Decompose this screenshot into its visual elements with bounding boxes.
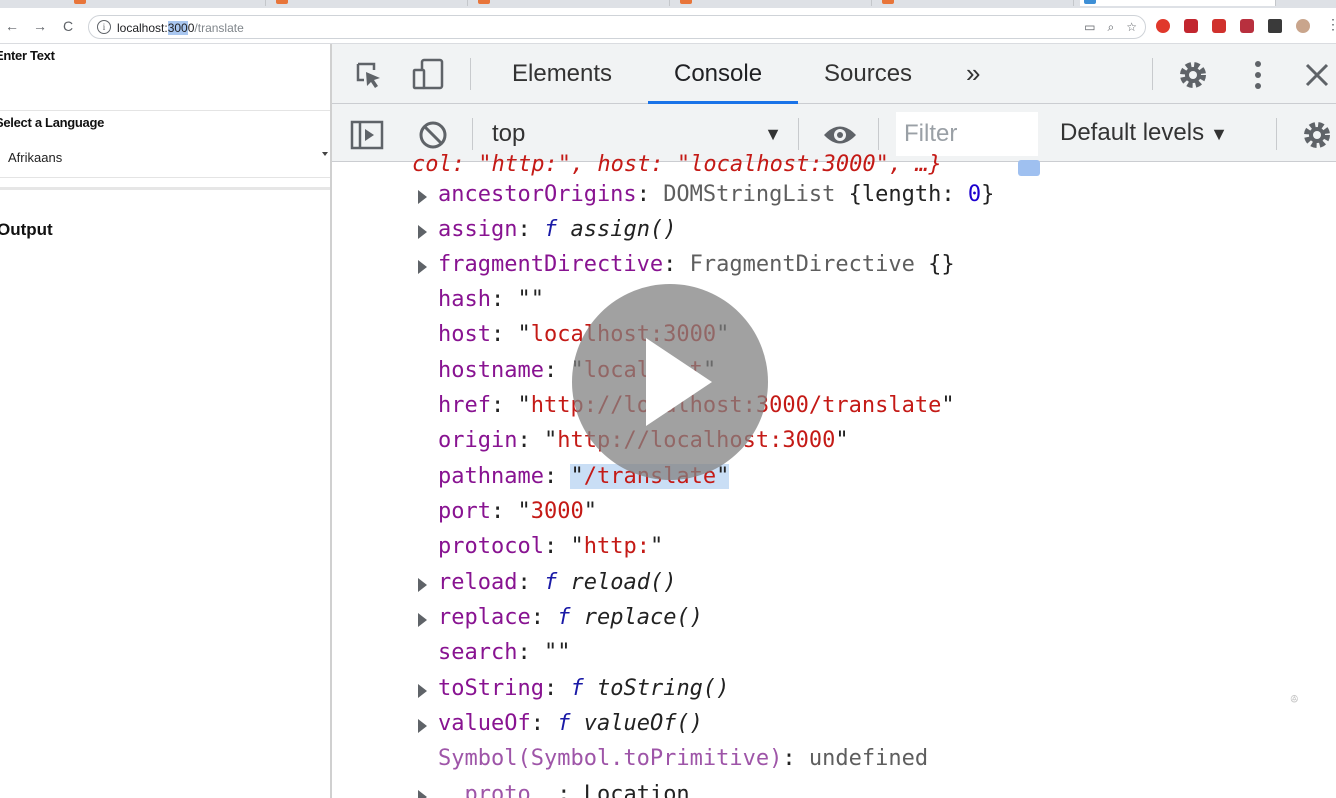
console-prop-row[interactable]: __proto__: Location (332, 780, 1336, 798)
favicon-icon (276, 0, 288, 4)
favicon-icon (478, 0, 490, 4)
more-options-icon[interactable] (1248, 58, 1268, 92)
devtools-tabbar: Elements Console Sources » (332, 44, 1336, 104)
expand-triangle-icon[interactable] (418, 613, 427, 627)
context-value: top (492, 120, 526, 147)
expand-triangle-icon[interactable] (418, 190, 427, 204)
live-expression-eye-icon[interactable] (822, 122, 858, 148)
bookmark-star-icon[interactable]: ☆ (1126, 20, 1137, 35)
browser-tab[interactable] (70, 0, 266, 6)
console-output: col: "http:", host: "localhost:3000", …}… (332, 152, 1336, 798)
extension-opera-icon[interactable] (1156, 19, 1170, 33)
cast-icon[interactable]: ▭ (1084, 20, 1095, 35)
app-page: Enter Text Select a Language Afrikaans O… (0, 44, 330, 798)
clear-console-icon[interactable] (418, 120, 448, 150)
object-preview-text: col: "http:", host: "localhost:3000", …} (412, 152, 942, 177)
address-bar[interactable]: i localhost:3000/translate ▭ ⌕ ☆ (88, 15, 1146, 39)
browser-tab[interactable] (676, 0, 872, 6)
extensions-puzzle-icon[interactable] (1268, 19, 1282, 33)
language-select[interactable]: Afrikaans (0, 138, 330, 178)
expand-triangle-icon[interactable] (418, 260, 427, 274)
omnibox-actions: ▭ ⌕ ☆ (1084, 20, 1137, 35)
select-language-label: Select a Language (0, 115, 105, 130)
console-prop-row[interactable]: reload: f reload() (332, 568, 1336, 603)
console-prop-row[interactable]: fragmentDirective: FragmentDirective {} (332, 250, 1336, 285)
expand-triangle-icon[interactable] (418, 719, 427, 733)
zoom-icon[interactable]: ⌕ (1108, 20, 1115, 35)
browser-toolbar: ← → C i localhost:3000/translate ▭ ⌕ ☆ ⋮ (0, 8, 1336, 44)
console-prop-row[interactable]: ancestorOrigins: DOMStringList {length: … (332, 180, 1336, 215)
browser-tab[interactable] (878, 0, 1074, 6)
browser-tab-active[interactable] (1080, 0, 1276, 6)
console-prop-row[interactable]: valueOf: f valueOf() (332, 709, 1336, 744)
reload-icon[interactable]: C (60, 18, 76, 34)
enter-text-input[interactable] (0, 71, 330, 111)
extension-red-icon[interactable] (1212, 19, 1226, 33)
console-prop-row: hash: "" (438, 287, 544, 312)
enter-text-label: Enter Text (0, 48, 55, 63)
console-prop-row: href: "http://localhost:3000/translate" (438, 393, 955, 418)
console-prop-row: pathname: "/translate" (438, 464, 730, 489)
extension-shield-icon[interactable] (1184, 19, 1198, 33)
device-toolbar-icon[interactable] (412, 58, 446, 90)
tab-strip (0, 0, 1336, 8)
favicon-icon (74, 0, 86, 4)
url-text[interactable]: localhost:3000/translate (117, 21, 244, 35)
expand-triangle-icon[interactable] (418, 790, 427, 798)
info-badge-icon (1018, 160, 1040, 176)
favicon-icon (680, 0, 692, 4)
devtools-panel: Elements Console Sources » top ▼ Filter … (330, 44, 1336, 798)
favicon-icon (1084, 0, 1096, 4)
toolbar-divider (470, 58, 471, 90)
inspect-element-icon[interactable] (354, 60, 384, 90)
log-levels-dropdown[interactable]: Default levels ▼ (1060, 119, 1228, 147)
browser-tab[interactable] (474, 0, 670, 6)
back-icon[interactable]: ← (4, 18, 20, 34)
javascript-context-select[interactable]: top ▼ (492, 118, 782, 150)
play-icon (646, 338, 712, 426)
toolbar-divider (472, 118, 473, 150)
console-prop-row: search: "" (438, 640, 571, 665)
console-prop-row: hostname: "localhost" (438, 358, 716, 383)
browser-tab[interactable] (272, 0, 468, 6)
forward-icon[interactable]: → (32, 18, 48, 34)
tab-sources[interactable]: Sources (824, 60, 912, 88)
toolbar-divider (1276, 118, 1277, 150)
settings-gear-icon[interactable] (1176, 58, 1210, 92)
console-prop-row: Symbol(Symbol.toPrimitive): undefined (438, 746, 929, 771)
language-select-value: Afrikaans (8, 150, 63, 165)
section-divider (0, 187, 330, 190)
toolbar-divider (1152, 58, 1153, 90)
tab-elements[interactable]: Elements (512, 60, 612, 88)
output-heading: Output (0, 220, 53, 239)
site-info-icon[interactable]: i (97, 20, 111, 34)
console-prop-row: port: "3000" (438, 499, 597, 524)
console-prop-row: origin: "http://localhost:3000" (438, 428, 849, 453)
dropdown-arrow-icon: ▼ (764, 124, 782, 144)
favicon-icon (882, 0, 894, 4)
dropdown-caret-icon (322, 152, 328, 156)
log-levels-label: Default levels (1060, 119, 1205, 146)
console-sidebar-icon[interactable] (350, 120, 384, 150)
extension-pocket-icon[interactable] (1240, 19, 1254, 33)
expand-triangle-icon[interactable] (418, 225, 427, 239)
close-devtools-icon[interactable] (1302, 60, 1332, 90)
expand-triangle-icon[interactable] (418, 684, 427, 698)
watermark-logo-icon: ꔮ (1290, 694, 1299, 706)
expand-triangle-icon[interactable] (418, 578, 427, 592)
console-prop-row[interactable]: assign: f assign() (332, 215, 1336, 250)
profile-avatar[interactable] (1296, 19, 1310, 33)
tab-console[interactable]: Console (674, 60, 762, 88)
dropdown-arrow-icon: ▼ (1210, 124, 1228, 144)
console-prop-row[interactable]: toString: f toString() (332, 674, 1336, 709)
toolbar-divider (878, 118, 879, 150)
console-prop-row[interactable]: replace: f replace() (332, 603, 1336, 638)
more-tabs-chevron-icon[interactable]: » (966, 58, 980, 89)
console-prop-row: host: "localhost:3000" (438, 322, 729, 347)
toolbar-divider (798, 118, 799, 150)
console-prop-row: protocol: "http:" (438, 534, 664, 559)
console-settings-gear-icon[interactable] (1300, 118, 1334, 152)
video-play-button[interactable] (572, 284, 768, 480)
chrome-menu-icon[interactable]: ⋮ (1326, 16, 1336, 32)
